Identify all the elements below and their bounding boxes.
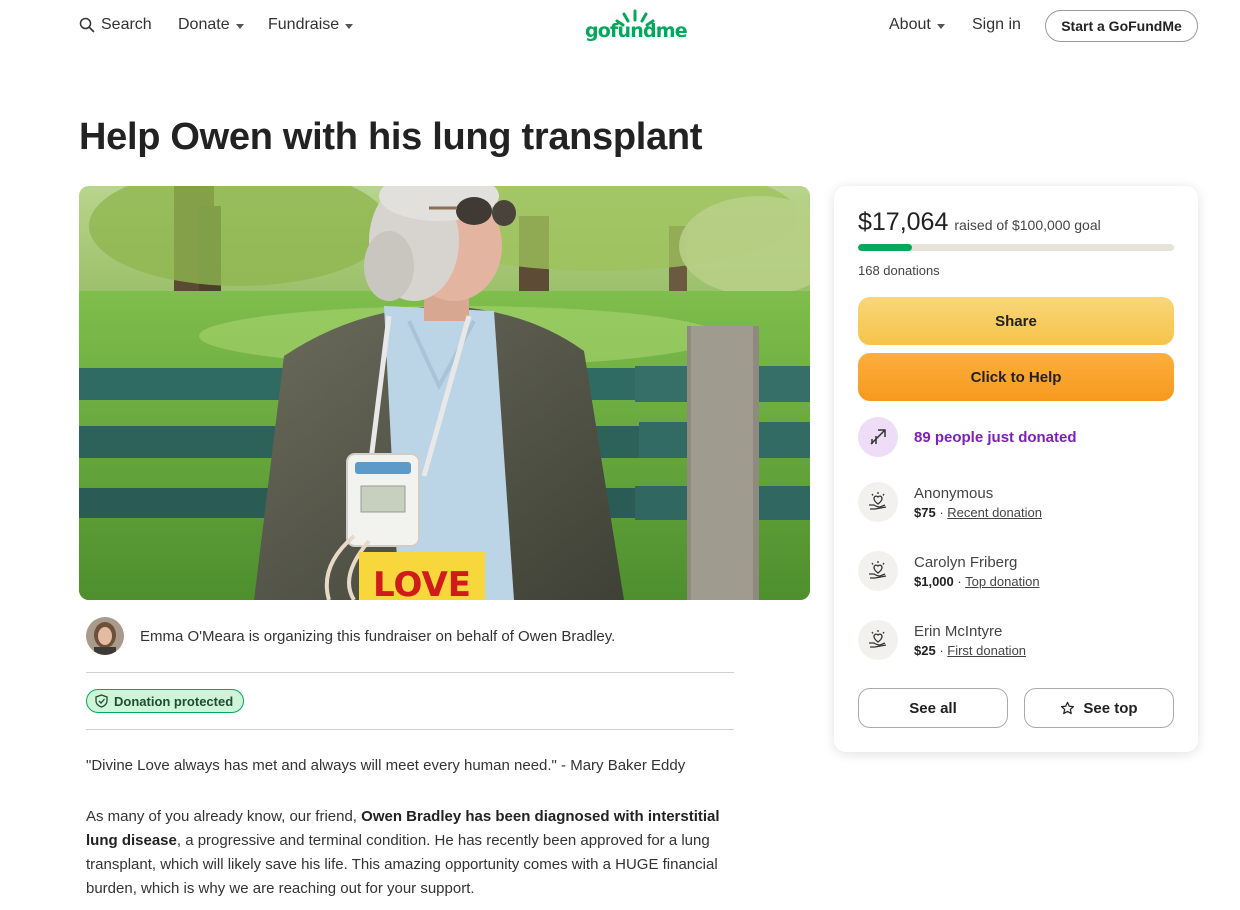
- raised-goal-label: raised of $100,000 goal: [954, 217, 1101, 233]
- donor-amount: $75: [914, 504, 936, 520]
- trend-text: 89 people just donated: [914, 428, 1077, 446]
- organizer-avatar[interactable]: [86, 617, 124, 655]
- chevron-down-icon: [345, 23, 354, 29]
- raised-amount: $17,064: [858, 208, 949, 236]
- star-icon: [1061, 701, 1075, 714]
- chevron-down-icon: [235, 23, 244, 29]
- donor-meta: $1,000 · Top donation: [914, 573, 1040, 589]
- click-to-help-button[interactable]: Click to Help: [858, 353, 1174, 401]
- logo-wordmark: gofundme: [585, 20, 688, 42]
- divider: [86, 729, 734, 730]
- see-top-label: See top: [1083, 699, 1138, 717]
- story-quote: "Divine Love always has met and always w…: [86, 757, 686, 774]
- heart-hand-icon: [858, 551, 898, 591]
- donor-tag-link[interactable]: Top donation: [965, 574, 1039, 589]
- progress-bar: [858, 244, 1174, 251]
- organizer-row: Emma O'Meara is organizing this fundrais…: [86, 616, 734, 656]
- sign-in-label: Sign in: [972, 16, 1021, 33]
- search-label: Search: [101, 16, 152, 33]
- about-label: About: [889, 16, 931, 33]
- hero-photo: LOVE: [79, 186, 810, 600]
- progress-fill: [858, 244, 912, 251]
- donate-label: Donate: [178, 16, 230, 33]
- divider: [86, 672, 734, 673]
- gofundme-logo[interactable]: gofundme: [585, 8, 695, 48]
- story-intro: As many of you already know, our friend,: [86, 808, 362, 825]
- hero-love-sign: LOVE: [373, 565, 471, 600]
- donate-menu[interactable]: Donate: [178, 16, 244, 34]
- donor-tag-link[interactable]: First donation: [947, 643, 1026, 658]
- heart-hand-icon: [858, 620, 898, 660]
- donor-amount: $25: [914, 642, 936, 658]
- donation-count: 168 donations: [858, 263, 940, 278]
- see-all-button[interactable]: See all: [858, 688, 1008, 728]
- shield-icon: [95, 694, 108, 708]
- donor-name: Erin McIntyre: [914, 622, 1003, 640]
- start-gofundme-button[interactable]: Start a GoFundMe: [1045, 10, 1198, 42]
- about-menu[interactable]: About: [889, 16, 945, 34]
- page-title: Help Owen with his lung transplant: [79, 116, 703, 158]
- fundraise-menu[interactable]: Fundraise: [268, 16, 354, 34]
- raised-summary: $17,064 raised of $100,000 goal: [858, 208, 1101, 237]
- story-rest: , a progressive and terminal condition. …: [86, 832, 718, 897]
- donor-name: Anonymous: [914, 484, 994, 502]
- chevron-down-icon: [936, 23, 945, 29]
- donor-item: Carolyn Friberg $1,000 · Top donation: [858, 551, 1040, 591]
- trending-up-icon: [858, 417, 898, 457]
- recent-donors-trend: 89 people just donated: [858, 417, 1077, 457]
- donation-protected-label: Donation protected: [114, 693, 234, 709]
- donor-amount: $1,000: [914, 573, 954, 589]
- donor-item: Erin McIntyre $25 · First donation: [858, 620, 1026, 660]
- campaign-hero-image[interactable]: LOVE: [79, 186, 810, 600]
- donor-item: Anonymous $75 · Recent donation: [858, 482, 1042, 522]
- top-navigation: Search Donate Fundraise gofundme About S…: [0, 0, 1240, 52]
- search-icon: [79, 17, 95, 33]
- donor-meta: $25 · First donation: [914, 642, 1027, 658]
- heart-hand-icon: [858, 482, 898, 522]
- organizer-text: Emma O'Meara is organizing this fundrais…: [140, 627, 616, 645]
- story-paragraph: As many of you already know, our friend,…: [86, 805, 734, 901]
- fundraise-label: Fundraise: [268, 16, 340, 33]
- share-button[interactable]: Share: [858, 297, 1174, 345]
- sign-in-link[interactable]: Sign in: [972, 16, 1021, 34]
- donor-meta: $75 · Recent donation: [914, 504, 1042, 520]
- donation-protected-badge[interactable]: Donation protected: [86, 689, 245, 713]
- see-top-button[interactable]: See top: [1024, 688, 1174, 728]
- search-button[interactable]: Search: [79, 16, 152, 34]
- donation-card: $17,064 raised of $100,000 goal 168 dona…: [834, 186, 1198, 752]
- donor-name: Carolyn Friberg: [914, 553, 1018, 571]
- donor-tag-link[interactable]: Recent donation: [947, 505, 1042, 520]
